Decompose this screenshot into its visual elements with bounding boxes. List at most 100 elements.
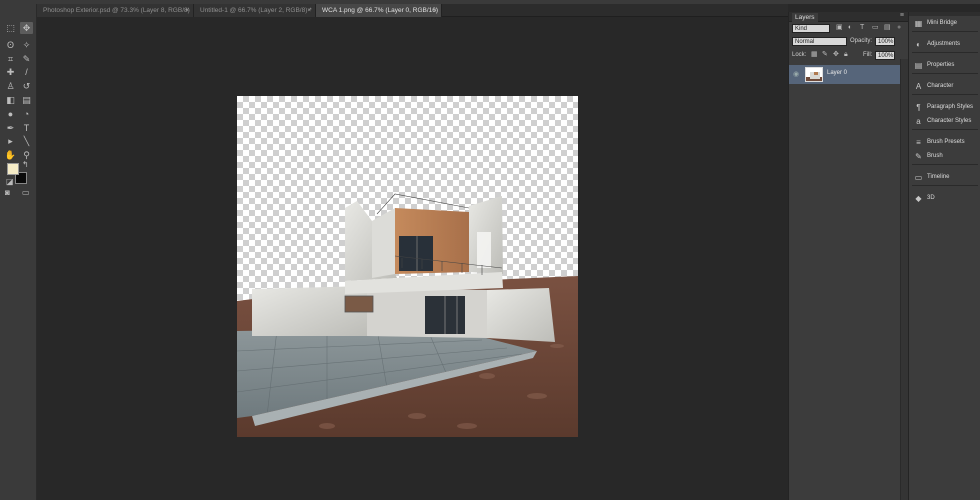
tab-photoshop-exterior[interactable]: Photoshop Exterior.psd @ 73.3% (Layer 8,… (37, 4, 194, 17)
canvas-area[interactable] (37, 18, 788, 500)
panel-properties[interactable]: ▤ Properties (909, 59, 980, 73)
close-icon[interactable]: × (307, 4, 311, 17)
tab-label: Untitled-1 @ 66.7% (Layer 2, RGB/8) * (200, 7, 312, 14)
pen-tool-icon[interactable]: ✒ (4, 122, 17, 134)
line-tool-icon[interactable]: ╲ (20, 135, 33, 147)
opacity-label: Opacity: (850, 38, 873, 44)
type-tool-icon[interactable]: T (20, 122, 33, 134)
panel-label: 3D (927, 195, 935, 201)
path-selection-tool-icon[interactable]: ▸ (4, 135, 17, 147)
brush-presets-icon: ≡ (916, 138, 921, 147)
lock-transparent-pixels-icon[interactable]: ▦ (811, 50, 818, 60)
layers-panel: Layers ≡ Kind ▣ ◐ T ▭ ▤ ● Normal Opacity… (788, 12, 908, 500)
shape-filter-icon[interactable]: ▭ (872, 23, 879, 33)
panel-divider (912, 52, 978, 53)
pixel-filter-icon[interactable]: ▣ (836, 23, 843, 33)
hand-tool-icon[interactable]: ✋ (4, 149, 17, 161)
magic-wand-tool-icon[interactable]: ✧ (20, 39, 33, 51)
house-render-image (237, 193, 578, 437)
panel-label: Character Styles (927, 118, 972, 124)
brush-tool-icon[interactable]: / (20, 66, 33, 78)
panel-label: Adjustments (927, 41, 961, 47)
mini-bridge-icon: ▦ (914, 19, 923, 28)
panel-brush[interactable]: ✎ Brush (909, 150, 980, 164)
filter-toggle-icon[interactable]: ● (897, 23, 901, 33)
panel-label: Paragraph Styles (927, 104, 974, 110)
dock-grip[interactable] (909, 12, 980, 16)
dodge-tool-icon[interactable]: ◔ (20, 108, 33, 120)
blend-mode-select[interactable]: Normal (792, 37, 847, 46)
panel-label: Timeline (927, 174, 950, 180)
opacity-value: 100% (878, 39, 894, 45)
layers-tab-row: Layers ≡ (789, 12, 908, 22)
clone-stamp-tool-icon[interactable]: ♙ (4, 80, 17, 92)
history-brush-tool-icon[interactable]: ↺ (20, 80, 33, 92)
healing-brush-tool-icon[interactable]: ✚ (4, 66, 17, 78)
close-icon[interactable]: × (433, 4, 437, 17)
panel-adjustments[interactable]: ◐ Adjustments (909, 38, 980, 52)
layer-row[interactable]: ◉ Layer 0 (789, 65, 900, 84)
adjustments-icon: ◐ (916, 40, 921, 49)
panel-paragraph-styles[interactable]: ¶ Paragraph Styles (909, 101, 980, 115)
paragraph-styles-icon: ¶ (916, 103, 921, 112)
tab-wca-1[interactable]: WCA 1.png @ 66.7% (Layer 0, RGB/16) × (316, 4, 442, 17)
tab-label: WCA 1.png @ 66.7% (Layer 0, RGB/16) (322, 7, 439, 14)
opacity-field[interactable]: 100% (875, 37, 895, 46)
adjustment-filter-icon[interactable]: ◐ (848, 23, 852, 33)
visibility-eye-icon[interactable]: ◉ (793, 70, 799, 78)
lock-all-icon[interactable]: 🔒︎ (844, 50, 848, 60)
panel-3d[interactable]: ◆ 3D (909, 192, 980, 206)
panel-label: Brush Presets (927, 139, 965, 145)
panel-label: Mini Bridge (927, 20, 958, 26)
kind-filter-select[interactable]: Kind (792, 24, 830, 33)
panel-character-styles[interactable]: a Character Styles (909, 115, 980, 129)
eyedropper-tool-icon[interactable]: ✎ (20, 53, 33, 65)
3d-icon: ◆ (915, 194, 922, 203)
panel-divider (912, 129, 978, 130)
panel-mini-bridge[interactable]: ▦ Mini Bridge (909, 17, 980, 31)
fill-value: 100% (878, 53, 894, 59)
panel-divider (912, 164, 978, 165)
marquee-tool-icon[interactable]: ⬚ (4, 22, 17, 34)
lock-position-icon[interactable]: ✥ (833, 50, 839, 60)
default-colors-icon[interactable]: ◪ (6, 177, 14, 186)
panel-timeline[interactable]: ▭ Timeline (909, 171, 980, 185)
kind-filter-label: Kind (795, 26, 808, 32)
character-icon: A (915, 82, 922, 91)
brush-icon: ✎ (915, 152, 922, 161)
menu-icon[interactable]: ≡ (900, 12, 904, 19)
timeline-icon: ▭ (914, 173, 923, 182)
panel-label: Brush (927, 153, 943, 159)
panel-divider (912, 185, 978, 186)
document-canvas[interactable] (237, 96, 578, 437)
crop-tool-icon[interactable]: ⌗ (4, 53, 17, 65)
panel-divider (912, 94, 978, 95)
panel-label: Properties (927, 62, 955, 68)
blend-mode-value: Normal (795, 39, 815, 45)
panel-brush-presets[interactable]: ≡ Brush Presets (909, 136, 980, 150)
layers-scrollbar[interactable] (900, 59, 908, 500)
gradient-tool-icon[interactable]: ▤ (20, 94, 33, 106)
tab-label: Photoshop Exterior.psd @ 73.3% (Layer 8,… (43, 7, 190, 14)
lock-image-pixels-icon[interactable]: ✎ (822, 50, 828, 60)
move-tool-icon[interactable]: ✥ (20, 22, 33, 34)
close-icon[interactable]: × (185, 4, 189, 17)
layer-thumbnail (805, 67, 823, 82)
blur-tool-icon[interactable]: ● (4, 108, 17, 120)
smart-object-filter-icon[interactable]: ▤ (884, 23, 891, 33)
screen-mode-icon[interactable]: ▭ (22, 188, 30, 197)
fill-field[interactable]: 100% (875, 51, 895, 60)
panel-character[interactable]: A Character (909, 80, 980, 94)
layer-name: Layer 0 (827, 70, 848, 76)
swap-colors-icon[interactable]: ↰ (22, 160, 29, 169)
type-filter-icon[interactable]: T (860, 23, 864, 33)
layers-panel-title[interactable]: Layers (792, 13, 818, 22)
lasso-tool-icon[interactable]: ʘ (4, 39, 17, 51)
panel-divider (912, 31, 978, 32)
character-styles-icon: a (916, 117, 921, 126)
eraser-tool-icon[interactable]: ◧ (4, 94, 17, 106)
tab-untitled-1[interactable]: Untitled-1 @ 66.7% (Layer 2, RGB/8) * × (194, 4, 316, 17)
foreground-color-swatch[interactable] (7, 163, 19, 175)
panel-label: Character (927, 83, 954, 89)
quick-mask-icon[interactable]: ◙ (5, 188, 10, 197)
